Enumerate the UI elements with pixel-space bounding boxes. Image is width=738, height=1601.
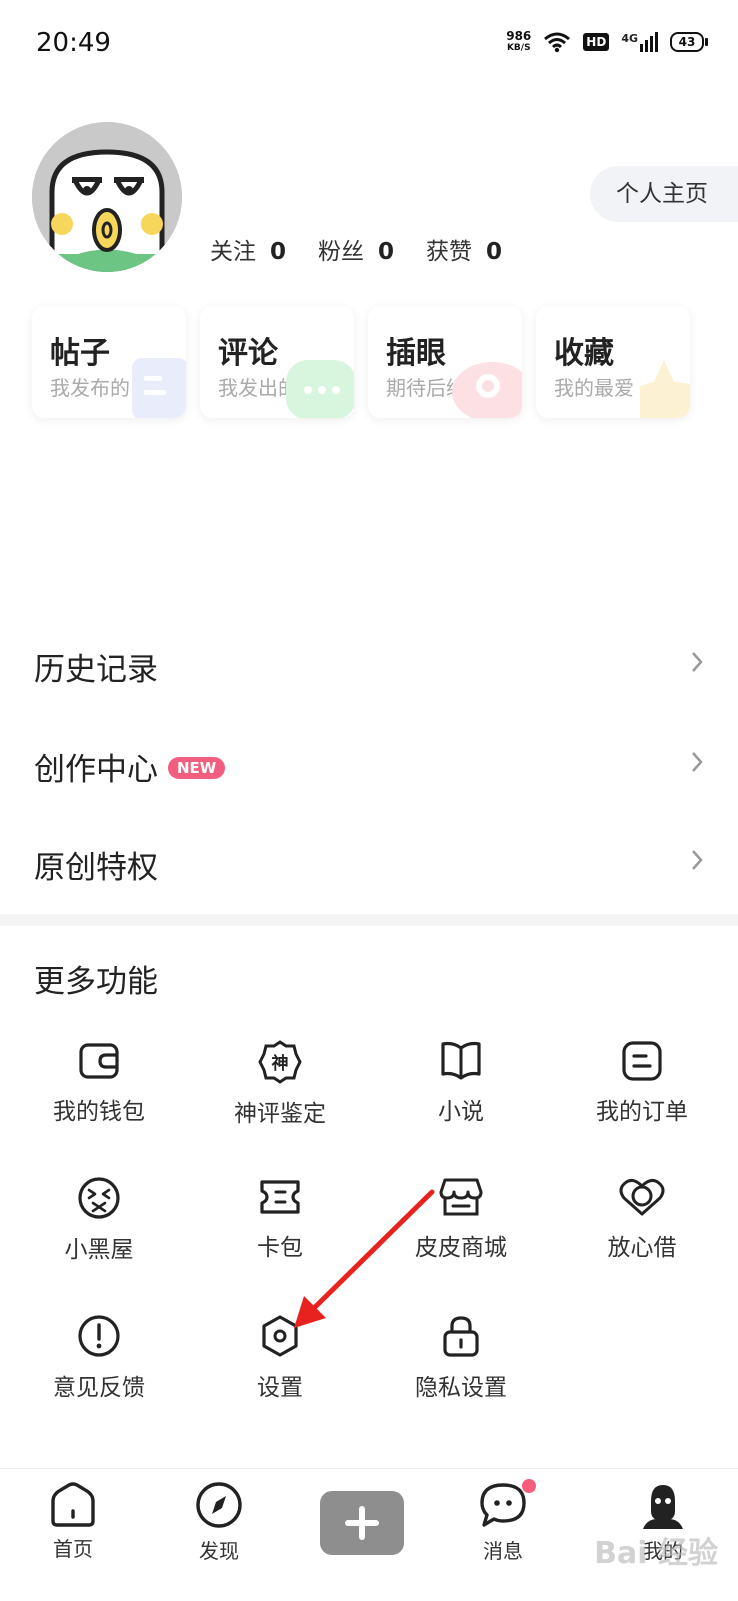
network-speed: 986 KB/S <box>506 30 531 54</box>
card-title: 评论 <box>218 336 278 371</box>
status-icons: 986 KB/S HD 4G 43 <box>506 30 708 54</box>
creator-center-label: 创作中心 <box>34 752 158 788</box>
settings-label: 设置 <box>257 1375 303 1401</box>
history-row[interactable]: 历史记录 <box>0 616 738 712</box>
wifi-icon <box>544 32 571 53</box>
stat-value: 0 <box>486 239 503 265</box>
nav-home-label: 首页 <box>53 1537 93 1561</box>
card-subtitle: 我的最爱 <box>554 376 634 400</box>
red-arrow-annotation <box>294 1189 435 1328</box>
avatar-duck-icon <box>32 122 182 272</box>
section-divider <box>0 914 738 926</box>
card-posts[interactable]: 帖子 我发布的 <box>32 306 186 418</box>
creator-center-row[interactable]: 创作中心 NEW <box>0 716 738 812</box>
order-icon <box>622 1041 662 1081</box>
notification-dot <box>522 1479 536 1493</box>
stat-likes[interactable]: 获赞 0 <box>426 232 502 266</box>
nav-home[interactable]: 首页 <box>18 1481 128 1562</box>
compass-icon <box>196 1482 242 1528</box>
chat-icon <box>480 1483 526 1527</box>
nav-discover-label: 发现 <box>199 1539 239 1563</box>
lock-icon <box>443 1316 479 1357</box>
signal-icon: 4G <box>621 32 658 52</box>
original-privilege-row[interactable]: 原创特权 <box>0 814 738 910</box>
eye-icon <box>452 362 522 418</box>
store-icon <box>439 1178 483 1216</box>
novel-label: 小说 <box>438 1099 484 1125</box>
stat-label: 获赞 <box>426 239 473 265</box>
battery-icon: 43 <box>670 32 708 52</box>
wallet-icon <box>79 1043 119 1079</box>
hd-icon: HD <box>583 33 610 51</box>
card-title: 插眼 <box>386 336 446 371</box>
home-icon <box>51 1482 95 1527</box>
stat-label: 粉丝 <box>318 239 365 265</box>
orders-button[interactable]: 我的订单 <box>550 1040 734 1140</box>
orders-label: 我的订单 <box>596 1099 688 1125</box>
blackroom-button[interactable]: 小黑屋 <box>7 1176 191 1276</box>
new-badge: NEW <box>168 756 226 779</box>
wallet-button[interactable]: 我的钱包 <box>7 1040 191 1140</box>
stat-label: 关注 <box>210 239 256 265</box>
create-post-button[interactable] <box>320 1491 404 1555</box>
stat-value: 0 <box>270 239 287 265</box>
novel-button[interactable]: 小说 <box>369 1040 553 1140</box>
badge-icon: 神 <box>258 1040 302 1084</box>
divine-review-button[interactable]: 神 神评鉴定 <box>188 1040 372 1140</box>
loan-icon <box>619 1179 665 1216</box>
chevron-right-icon <box>692 752 703 772</box>
privacy-settings-label: 隐私设置 <box>415 1375 507 1401</box>
book-icon <box>441 1041 481 1080</box>
stat-value: 0 <box>378 239 395 265</box>
original-privilege-label: 原创特权 <box>34 850 158 886</box>
nav-discover[interactable]: 发现 <box>164 1481 274 1564</box>
plus-icon <box>345 1506 379 1540</box>
history-label: 历史记录 <box>34 652 158 688</box>
card-title: 收藏 <box>554 336 614 371</box>
chevron-right-icon <box>692 652 703 672</box>
avatar[interactable] <box>32 122 182 272</box>
profile-stats: 关注 0 粉丝 0 获赞 0 <box>210 232 502 266</box>
card-comments[interactable]: 评论 我发出的 <box>200 306 354 418</box>
profile-home-button[interactable]: 个人主页 <box>590 166 738 222</box>
loan-label: 放心借 <box>607 1235 677 1261</box>
wallet-label: 我的钱包 <box>53 1099 145 1125</box>
nav-messages-label: 消息 <box>483 1539 523 1563</box>
star-icon <box>640 360 690 418</box>
network-speed-value: 986 <box>506 29 532 43</box>
stat-fans[interactable]: 粉丝 0 <box>318 232 394 266</box>
card-subtitle: 我发布的 <box>50 376 130 400</box>
stat-following[interactable]: 关注 0 <box>210 232 286 266</box>
dizzy-face-icon <box>78 1177 120 1219</box>
card-favorites[interactable]: 收藏 我的最爱 <box>536 306 690 418</box>
card-title: 帖子 <box>50 336 110 371</box>
card-bookmarks-eye[interactable]: 插眼 期待后续 <box>368 306 522 418</box>
watermark: Bai 经验 <box>594 1536 718 1571</box>
badge-char: 神 <box>272 1053 289 1074</box>
status-time: 20:49 <box>36 28 111 58</box>
chevron-right-icon <box>692 850 703 870</box>
feedback-label: 意见反馈 <box>53 1375 145 1401</box>
nav-messages[interactable]: 消息 <box>448 1479 558 1564</box>
feedback-button[interactable]: 意见反馈 <box>7 1314 191 1414</box>
more-functions-title: 更多功能 <box>34 964 158 1000</box>
exclamation-icon <box>78 1315 120 1357</box>
network-type: 4G <box>621 32 638 45</box>
network-speed-unit: KB/S <box>506 43 531 53</box>
profile-avatar-icon <box>643 1485 683 1529</box>
divine-review-label: 神评鉴定 <box>234 1101 326 1127</box>
chat-bubble-icon <box>286 360 354 418</box>
blackroom-label: 小黑屋 <box>64 1237 134 1263</box>
loan-button[interactable]: 放心借 <box>550 1176 734 1276</box>
document-icon <box>132 358 186 418</box>
